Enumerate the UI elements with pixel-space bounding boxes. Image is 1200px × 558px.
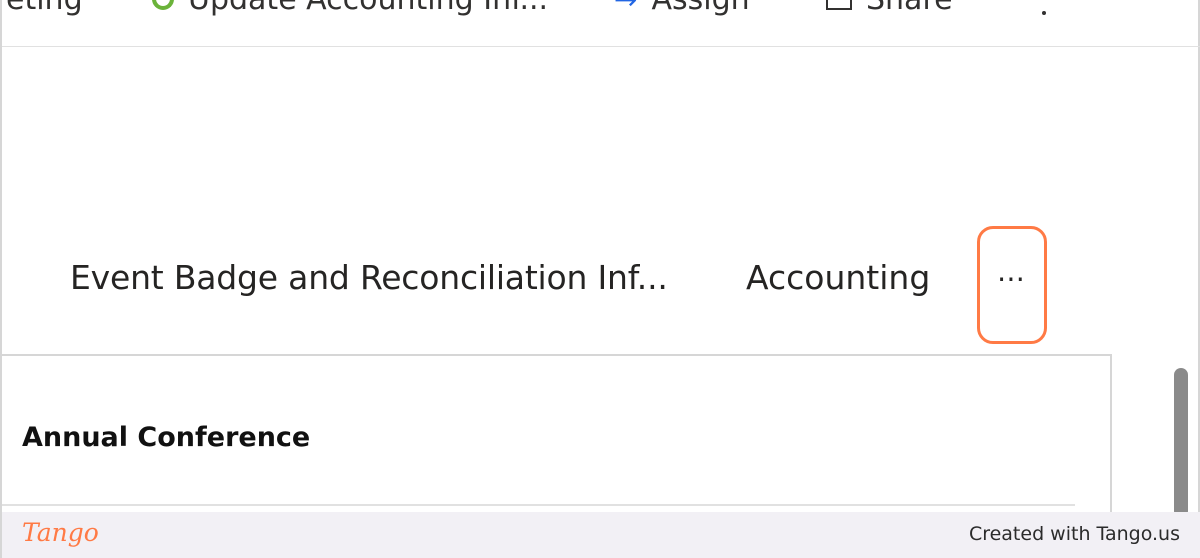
recycle-icon <box>152 0 174 10</box>
overflow-vertical-icon <box>1042 11 1046 15</box>
tab-accounting[interactable]: Accounting <box>746 248 930 308</box>
divider <box>2 504 1075 506</box>
more-tabs-button[interactable]: ⋯ <box>977 226 1047 344</box>
tango-footer: Tango Created with Tango.us <box>2 512 1200 558</box>
assign-icon: → <box>614 0 637 16</box>
section-title: Annual Conference <box>22 422 311 453</box>
update-accounting-button[interactable]: Update Accounting Inf... <box>152 0 548 17</box>
window-frame: eting Update Accounting Inf... → Assign … <box>0 0 1200 558</box>
tango-logo: Tango <box>22 518 99 547</box>
tab-event-badge[interactable]: Event Badge and Reconciliation Inf... <box>70 248 668 308</box>
share-label: Share <box>866 0 953 17</box>
created-with-text: Created with Tango.us <box>968 523 1180 545</box>
more-horizontal-icon: ⋯ <box>997 261 1027 295</box>
share-icon <box>826 0 852 10</box>
command-meeting-label: eting <box>6 0 83 17</box>
command-overflow-button[interactable] <box>1042 0 1046 16</box>
scrollbar[interactable] <box>1170 360 1192 520</box>
scrollbar-thumb[interactable] <box>1174 368 1188 518</box>
command-meeting[interactable]: eting <box>6 0 83 17</box>
assign-label: Assign <box>651 0 749 17</box>
share-button[interactable]: Share <box>826 0 953 17</box>
command-bar: eting Update Accounting Inf... → Assign … <box>2 0 1200 47</box>
update-accounting-label: Update Accounting Inf... <box>188 0 548 17</box>
assign-button[interactable]: → Assign <box>614 0 750 17</box>
